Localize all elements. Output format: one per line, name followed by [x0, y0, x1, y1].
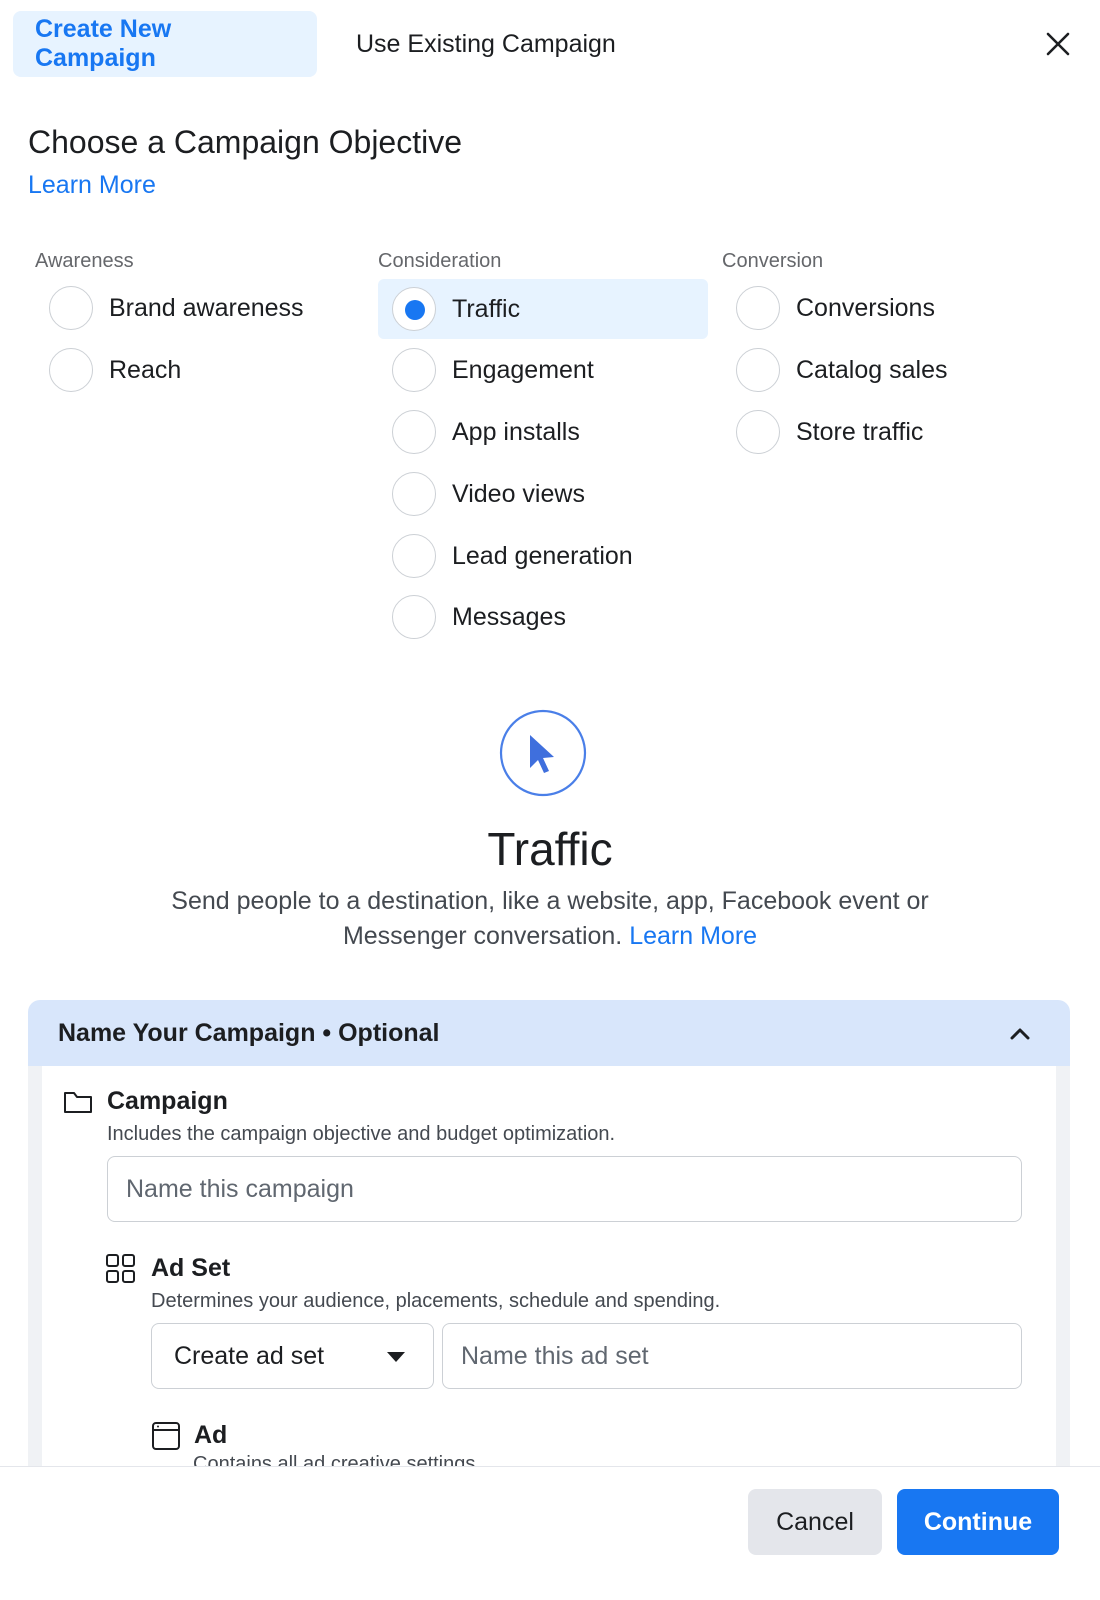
conversion-column-label: Conversion	[722, 250, 824, 272]
objective-title: Traffic	[487, 823, 613, 875]
objective-description: Send people to a destination, like a web…	[130, 884, 970, 954]
objective-option-brand-awareness[interactable]: Brand awareness	[49, 278, 304, 338]
cursor-icon	[499, 709, 587, 797]
radio-button[interactable]	[392, 348, 436, 392]
dialog-footer: Cancel Continue	[0, 1466, 1100, 1600]
objective-option-messages[interactable]: Messages	[392, 587, 566, 647]
ad-set-section-title: Ad Set	[151, 1254, 231, 1282]
tab-label: Use Existing Campaign	[356, 29, 616, 58]
ad-section-description: Contains all ad creative settings.	[193, 1453, 481, 1466]
grid-icon	[105, 1253, 137, 1285]
option-label: Conversions	[796, 293, 935, 322]
ad-section-title: Ad	[194, 1421, 228, 1449]
objective-option-traffic[interactable]: Traffic	[378, 279, 708, 339]
radio-button[interactable]	[392, 534, 436, 578]
option-label: Store traffic	[796, 417, 924, 446]
ad-set-dropdown-value: Create ad set	[174, 1341, 325, 1370]
continue-button[interactable]: Continue	[897, 1489, 1059, 1555]
ad-set-dropdown[interactable]: Create ad set	[151, 1323, 434, 1389]
ad-set-section-description: Determines your audience, placements, sc…	[151, 1290, 721, 1312]
tab-use-existing-campaign[interactable]: Use Existing Campaign	[334, 11, 638, 77]
ad-set-name-input[interactable]: Name this ad set	[442, 1323, 1022, 1389]
option-label: Messages	[452, 602, 566, 631]
objective-learn-more-link[interactable]: Learn More	[629, 922, 757, 950]
close-icon[interactable]	[1038, 24, 1078, 64]
option-label: Traffic	[452, 294, 521, 323]
radio-button[interactable]	[736, 348, 780, 392]
option-label: App installs	[452, 417, 580, 446]
consideration-column-label: Consideration	[378, 250, 502, 272]
radio-button[interactable]	[392, 595, 436, 639]
objective-option-video-views[interactable]: Video views	[392, 464, 585, 524]
radio-button[interactable]	[736, 410, 780, 454]
objective-option-catalog-sales[interactable]: Catalog sales	[736, 340, 947, 400]
tab-label: Create New Campaign	[35, 15, 172, 72]
objective-option-engagement[interactable]: Engagement	[392, 340, 594, 400]
option-label: Brand awareness	[109, 293, 304, 322]
objective-option-conversions[interactable]: Conversions	[736, 278, 935, 338]
option-label: Video views	[452, 479, 585, 508]
objective-description-text: Send people to a destination, like a web…	[171, 887, 929, 950]
campaign-section-description: Includes the campaign objective and budg…	[107, 1123, 616, 1145]
name-your-campaign-header[interactable]: Name Your Campaign • Optional	[28, 1000, 1070, 1066]
option-label: Reach	[109, 355, 182, 384]
objective-option-reach[interactable]: Reach	[49, 340, 181, 400]
option-label: Engagement	[452, 355, 594, 384]
campaign-name-input[interactable]: Name this campaign	[107, 1156, 1022, 1222]
objective-option-app-installs[interactable]: App installs	[392, 402, 580, 462]
objective-option-lead-generation[interactable]: Lead generation	[392, 526, 633, 586]
option-label: Lead generation	[452, 541, 633, 570]
awareness-column-label: Awareness	[35, 250, 134, 272]
ad-icon	[150, 1420, 182, 1452]
objective-option-store-traffic[interactable]: Store traffic	[736, 402, 923, 462]
chevron-up-icon[interactable]	[1008, 1022, 1032, 1046]
option-label: Catalog sales	[796, 355, 948, 384]
radio-button[interactable]	[49, 286, 93, 330]
radio-button[interactable]	[392, 410, 436, 454]
radio-button-selected[interactable]	[392, 287, 436, 331]
learn-more-link[interactable]: Learn More	[28, 171, 156, 200]
page-title: Choose a Campaign Objective	[28, 124, 463, 160]
radio-button[interactable]	[49, 348, 93, 392]
folder-icon	[62, 1086, 94, 1118]
radio-button[interactable]	[736, 286, 780, 330]
radio-button[interactable]	[392, 472, 436, 516]
cancel-button[interactable]: Cancel	[748, 1489, 882, 1555]
caret-down-icon	[387, 1352, 405, 1362]
accordion-title: Name Your Campaign • Optional	[58, 1018, 440, 1047]
campaign-section-title: Campaign	[107, 1087, 228, 1115]
tab-create-new-campaign[interactable]: Create New Campaign	[13, 11, 317, 77]
